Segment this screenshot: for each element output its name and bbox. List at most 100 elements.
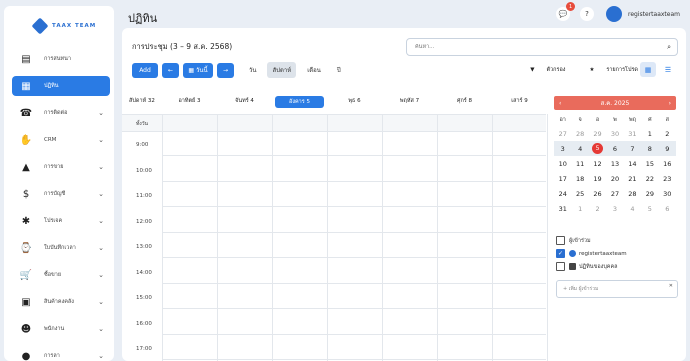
attendee-all-checkbox[interactable] xyxy=(556,236,565,245)
mini-calendar-day[interactable]: 23 xyxy=(659,171,676,186)
help-icon[interactable]: ? xyxy=(580,7,595,21)
mini-calendar-day[interactable]: 17 xyxy=(554,171,571,186)
day-header[interactable]: ศุกร์ 8 xyxy=(437,94,492,108)
mini-calendar-day[interactable]: 9 xyxy=(658,141,676,156)
sidebar-item[interactable]: ▲ การขาย ⌄ xyxy=(12,157,110,177)
mini-calendar-day[interactable]: 24 xyxy=(554,186,571,201)
hour-label: 10:00 xyxy=(136,167,152,174)
mini-next-icon[interactable]: › xyxy=(669,100,671,107)
username[interactable]: registertaaxteam xyxy=(628,11,680,18)
avatar[interactable] xyxy=(606,6,623,22)
mini-calendar-day[interactable]: 3 xyxy=(606,201,623,216)
grid-row-line xyxy=(162,257,546,258)
attendee-checkbox[interactable] xyxy=(556,262,565,271)
sidebar-item[interactable]: ● การลา ⌄ xyxy=(12,346,110,361)
sidebar-item[interactable]: $ การบัญชี ⌄ xyxy=(12,184,110,204)
view-week[interactable]: สัปดาห์ xyxy=(267,62,297,78)
mini-calendar-day[interactable]: 2 xyxy=(589,201,606,216)
allday-row[interactable] xyxy=(122,114,546,132)
mini-calendar-day[interactable]: 5 xyxy=(588,141,607,156)
prev-button[interactable]: ← xyxy=(162,62,179,78)
sidebar-item[interactable]: ✋ CRM ⌄ xyxy=(12,130,110,150)
mini-calendar-day[interactable]: 21 xyxy=(624,171,641,186)
mini-calendar-day[interactable]: 30 xyxy=(659,186,676,201)
mini-calendar-day[interactable]: 27 xyxy=(606,186,623,201)
hour-label: 14:00 xyxy=(136,269,152,276)
today-button[interactable]: ▦ วันนี้ xyxy=(183,62,213,78)
mini-calendar-day[interactable]: 28 xyxy=(624,186,641,201)
mini-calendar-day[interactable]: 16 xyxy=(659,156,676,171)
day-header[interactable]: เสาร์ 9 xyxy=(492,94,547,108)
sidebar-item[interactable]: ✱ โปรเจค ⌄ xyxy=(12,211,110,231)
mini-calendar-day[interactable]: 5 xyxy=(641,201,658,216)
attendee-item[interactable]: ปฏิทินของบุคคล xyxy=(556,260,678,273)
mini-calendar-day[interactable]: 15 xyxy=(641,156,658,171)
mini-calendar-day[interactable]: 22 xyxy=(641,171,658,186)
mini-calendar-day[interactable]: 13 xyxy=(606,156,623,171)
day-header[interactable]: พุธ 6 xyxy=(327,94,382,108)
search-icon[interactable]: ⌕ xyxy=(667,43,671,52)
mini-calendar-day[interactable]: 28 xyxy=(571,126,588,141)
mini-prev-icon[interactable]: ‹ xyxy=(559,100,561,107)
mini-calendar-day[interactable]: 29 xyxy=(641,186,658,201)
mini-calendar-day[interactable]: 31 xyxy=(624,126,641,141)
sidebar-item[interactable]: ▦ ปฏิทิน xyxy=(12,76,110,96)
attendee-label: ปฏิทินของบุคคล xyxy=(579,263,618,270)
favorites-button[interactable]: ★ รายการโปรด xyxy=(577,66,638,74)
mini-calendar-day[interactable]: 26 xyxy=(589,186,606,201)
mini-calendar-day[interactable]: 6 xyxy=(659,201,676,216)
add-attendee-input[interactable]: + เพิ่ม ผู้เข้าร่วม ✕ xyxy=(556,280,678,298)
mini-calendar-day[interactable]: 6 xyxy=(606,141,624,156)
mini-calendar-day[interactable]: 1 xyxy=(641,126,658,141)
calendar-view-icon[interactable]: ▦ xyxy=(640,62,656,77)
sidebar-item[interactable]: ☎ การติดต่อ ⌄ xyxy=(12,103,110,123)
mini-calendar-day[interactable]: 8 xyxy=(641,141,659,156)
attendee-header[interactable]: ผู้เข้าร่วม xyxy=(556,234,678,247)
attendee-checkbox[interactable]: ✓ xyxy=(556,249,565,258)
sidebar-item[interactable]: ☻ พนักงาน ⌄ xyxy=(12,319,110,339)
add-button[interactable]: Add xyxy=(132,62,158,78)
mini-calendar-day[interactable]: 29 xyxy=(589,126,606,141)
view-month[interactable]: เดือน xyxy=(302,62,326,78)
mini-calendar-day[interactable]: 7 xyxy=(623,141,642,156)
mini-calendar-day[interactable]: 11 xyxy=(571,156,588,171)
mini-calendar-day[interactable]: 19 xyxy=(589,171,606,186)
clear-icon[interactable]: ✕ xyxy=(669,283,673,289)
mini-calendar-day[interactable]: 27 xyxy=(554,126,571,141)
view-year[interactable]: ปี xyxy=(332,62,346,78)
sidebar-item[interactable]: 🛒 ซื้อขาย ⌄ xyxy=(12,265,110,285)
mini-calendar-day[interactable]: 12 xyxy=(589,156,606,171)
search-input[interactable] xyxy=(415,44,668,50)
sidebar-item[interactable]: ▣ สินค้าคงคลัง ⌄ xyxy=(12,292,110,312)
mini-calendar-day[interactable]: 10 xyxy=(554,156,571,171)
chevron-down-icon: ⌄ xyxy=(98,136,104,144)
next-button[interactable]: → xyxy=(217,62,234,78)
notification-badge: 1 xyxy=(566,2,576,11)
day-header[interactable]: พฤหัส 7 xyxy=(382,94,437,108)
grid-row-line xyxy=(162,231,546,233)
mini-calendar-day[interactable]: 20 xyxy=(606,171,623,186)
sidebar-item[interactable]: ▤ การสนทนา xyxy=(12,49,110,69)
mini-calendar-day[interactable]: 4 xyxy=(571,141,589,156)
day-header[interactable]: อังคาร 5 xyxy=(275,96,324,108)
mini-calendar-day[interactable]: 18 xyxy=(571,171,588,186)
view-day[interactable]: วัน xyxy=(244,62,261,78)
list-view-icon[interactable]: ☰ xyxy=(660,62,676,77)
brand-logo[interactable]: TAAX TEAM xyxy=(31,17,96,35)
messages-icon[interactable]: 💬 1 xyxy=(556,2,576,21)
mini-calendar-day[interactable]: 14 xyxy=(624,156,641,171)
day-header[interactable]: จันทร์ 4 xyxy=(217,94,272,108)
grid-column-line xyxy=(162,114,163,361)
day-header[interactable]: อาทิตย์ 3 xyxy=(162,94,217,108)
filter-button[interactable]: ▼ ตัวกรอง xyxy=(518,66,565,74)
mini-calendar-day[interactable]: 1 xyxy=(571,201,588,216)
attendee-item[interactable]: ✓ registertaaxteam xyxy=(556,247,678,260)
mini-calendar-day[interactable]: 3 xyxy=(554,141,572,156)
mini-calendar-day[interactable]: 2 xyxy=(659,126,676,141)
mini-calendar-day[interactable]: 31 xyxy=(554,201,571,216)
attendee-header-label: ผู้เข้าร่วม xyxy=(569,237,591,244)
mini-calendar-day[interactable]: 30 xyxy=(606,126,623,141)
mini-calendar-day[interactable]: 4 xyxy=(624,201,641,216)
sidebar-item[interactable]: ⌚ ใบบันทึกเวลา ⌄ xyxy=(12,238,110,258)
mini-calendar-day[interactable]: 25 xyxy=(571,186,588,201)
